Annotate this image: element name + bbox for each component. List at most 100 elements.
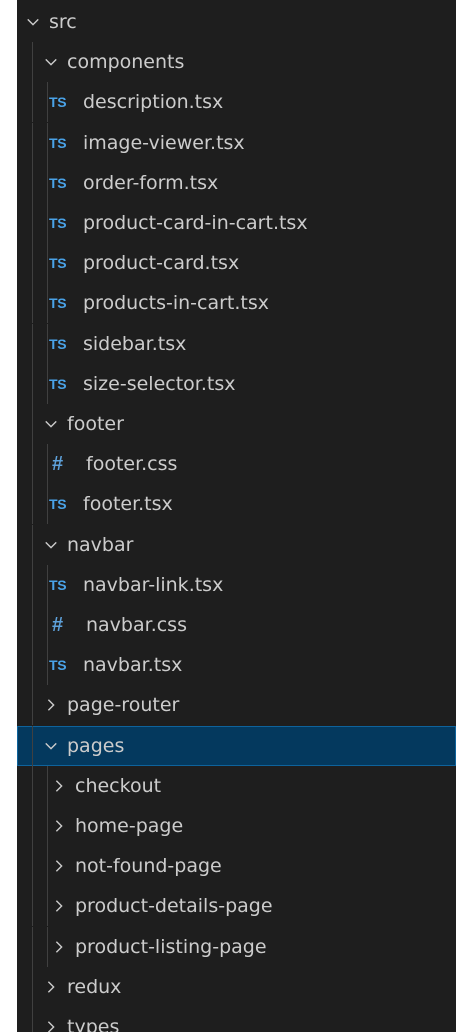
folder-label: not-found-page (75, 855, 222, 878)
indent-guide (47, 846, 48, 887)
folder-item[interactable]: src (17, 2, 456, 42)
typescript-file-icon: TS (49, 496, 67, 513)
folder-item[interactable]: pages (17, 725, 456, 766)
indent-guide (47, 926, 48, 967)
file-item[interactable]: TS footer.tsx (17, 484, 456, 525)
typescript-file-icon: TS (49, 335, 67, 352)
folder-item[interactable]: redux (17, 966, 456, 1007)
file-item[interactable]: TS products-in-cart.tsx (17, 283, 456, 324)
typescript-file-icon: TS (49, 215, 67, 231)
file-item[interactable]: TS product-card-in-cart.tsx (17, 203, 456, 243)
indent-guide (32, 122, 33, 163)
file-explorer-tree: src components TS description.tsx TS image-vi… (17, 0, 456, 1032)
file-item[interactable]: TS order-form.tsx (17, 162, 456, 203)
file-item[interactable]: TS description.tsx (17, 82, 456, 123)
file-item[interactable]: TS sidebar.tsx (17, 323, 456, 364)
file-label: navbar-link.tsx (83, 573, 224, 596)
folder-item[interactable]: footer (17, 404, 456, 444)
file-item[interactable]: # navbar.css (17, 605, 456, 645)
indent-guide (32, 283, 33, 324)
indent-guide (32, 564, 33, 605)
indent-guide (32, 404, 33, 444)
file-label: navbar.tsx (83, 654, 183, 677)
indent-guide (47, 564, 48, 605)
indent-guide (32, 524, 33, 565)
indent-guide (32, 1007, 33, 1032)
file-label: product-card-in-cart.tsx (83, 212, 308, 234)
file-label: footer.css (86, 453, 178, 476)
indent-guide (47, 444, 48, 485)
folder-label: checkout (75, 774, 162, 797)
folder-label: components (67, 51, 185, 74)
indent-guide (32, 444, 33, 485)
indent-guide (32, 725, 33, 766)
file-label: products-in-cart.tsx (83, 292, 269, 315)
folder-label: types (67, 1016, 120, 1032)
chevron-right-icon[interactable] (49, 776, 69, 796)
indent-guide (32, 363, 33, 404)
folder-item[interactable]: page-router (17, 685, 456, 726)
chevron-down-icon[interactable] (41, 535, 61, 555)
indent-guide (32, 846, 33, 887)
file-label: product-card.tsx (83, 252, 240, 275)
chevron-right-icon[interactable] (49, 896, 69, 916)
indent-guide (32, 323, 33, 364)
indent-guide (32, 42, 33, 83)
chevron-down-icon[interactable] (23, 12, 43, 32)
chevron-right-icon[interactable] (49, 937, 69, 957)
indent-guide (32, 926, 33, 967)
indent-guide (32, 886, 33, 927)
file-item[interactable]: # footer.css (17, 444, 456, 485)
file-label: sidebar.tsx (83, 332, 187, 355)
folder-label: page-router (67, 694, 180, 717)
folder-item[interactable]: home-page (17, 806, 456, 846)
file-item[interactable]: TS product-card.tsx (17, 243, 456, 284)
indent-guide (47, 363, 48, 404)
indent-guide (32, 203, 33, 243)
chevron-right-icon[interactable] (49, 856, 69, 876)
chevron-down-icon[interactable] (41, 52, 61, 72)
indent-guide (47, 243, 48, 284)
file-item[interactable]: TS navbar.tsx (17, 645, 456, 686)
file-item[interactable]: TS size-selector.tsx (17, 363, 456, 404)
indent-guide (47, 122, 48, 163)
indent-guide (47, 645, 48, 686)
chevron-right-icon[interactable] (41, 1017, 61, 1032)
indent-guide (32, 765, 33, 806)
indent-guide (47, 323, 48, 364)
indent-guide (32, 806, 33, 846)
file-label: size-selector.tsx (83, 372, 236, 395)
chevron-right-icon[interactable] (41, 977, 61, 997)
indent-guide (47, 283, 48, 324)
indent-guide (32, 645, 33, 686)
file-item[interactable]: TS navbar-link.tsx (17, 564, 456, 605)
typescript-file-icon: TS (49, 94, 67, 111)
folder-item[interactable]: product-listing-page (17, 926, 456, 967)
indent-guide (47, 806, 48, 846)
folder-label: redux (67, 975, 122, 998)
folder-item[interactable]: navbar (17, 524, 456, 565)
chevron-right-icon[interactable] (49, 816, 69, 836)
indent-guide (32, 605, 33, 645)
indent-guide (47, 484, 48, 525)
folder-label: home-page (75, 815, 184, 837)
folder-item[interactable]: not-found-page (17, 846, 456, 887)
indent-guide (32, 243, 33, 284)
chevron-down-icon[interactable] (41, 414, 61, 434)
typescript-file-icon: TS (49, 295, 67, 312)
folder-item[interactable]: components (17, 42, 456, 83)
css-file-icon: # (52, 452, 64, 475)
folder-item[interactable]: product-details-page (17, 886, 456, 927)
chevron-right-icon[interactable] (41, 695, 61, 715)
indent-guide (47, 82, 48, 123)
file-item[interactable]: TS image-viewer.tsx (17, 122, 456, 163)
indent-guide (47, 162, 48, 203)
folder-item[interactable]: checkout (17, 765, 456, 806)
typescript-file-icon: TS (49, 657, 67, 674)
css-file-icon: # (52, 613, 64, 636)
file-label: footer.tsx (83, 493, 173, 516)
folder-item[interactable]: types (17, 1007, 456, 1032)
folder-label: product-details-page (75, 895, 273, 918)
chevron-down-icon[interactable] (41, 736, 61, 756)
indent-guide (47, 203, 48, 243)
